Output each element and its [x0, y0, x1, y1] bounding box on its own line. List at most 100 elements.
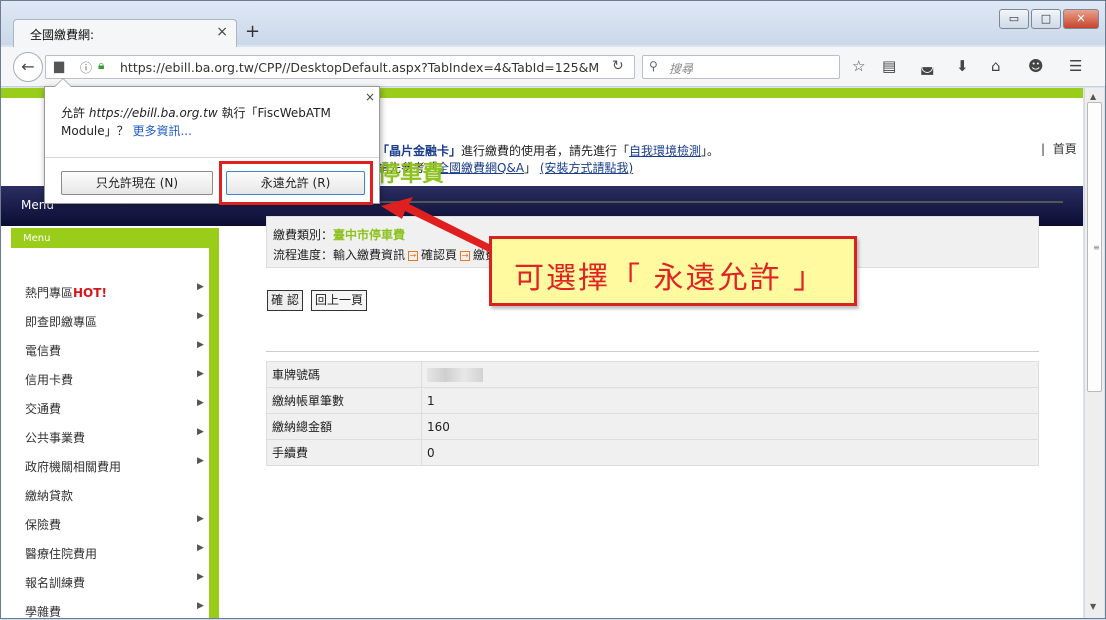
- notice2-mid: 」: [524, 161, 537, 175]
- table-row: 繳納總金額 160: [266, 413, 1039, 440]
- sidebar-item-instant-pay[interactable]: 即查即繳專區 ▶: [11, 305, 209, 334]
- smiley-icon[interactable]: ☻: [1028, 57, 1044, 75]
- chevron-right-icon: ▶: [197, 282, 204, 292]
- maximize-button[interactable]: □: [1031, 9, 1061, 29]
- chevron-right-icon: ▶: [197, 369, 204, 379]
- step-input-info: 輸入繳費資訊: [333, 248, 406, 262]
- highlight-box: [219, 161, 373, 205]
- close-window-button[interactable]: ✕: [1063, 9, 1099, 29]
- confirm-button[interactable]: 確 認: [267, 290, 303, 311]
- chevron-right-icon: ▶: [197, 398, 204, 408]
- row-value: 1: [421, 387, 1039, 414]
- row-key: 繳納總金額: [266, 413, 422, 440]
- callout-text: 可選擇「 永遠允許 」: [514, 261, 826, 296]
- sidebar-item-loans[interactable]: 繳納貸款: [11, 479, 209, 508]
- minimize-button[interactable]: ▭: [999, 9, 1029, 29]
- redacted-plate: [427, 367, 483, 382]
- home-icon[interactable]: ⌂: [991, 57, 1001, 75]
- scroll-down-icon[interactable]: ▼: [1090, 602, 1096, 611]
- step-confirm: 確認頁: [421, 248, 458, 262]
- search-input[interactable]: ⚲ 搜尋: [642, 55, 840, 79]
- category-label: 繳費類別：: [273, 228, 334, 242]
- sidebar-item-label: 繳納貸款: [25, 489, 74, 503]
- home-separator: |: [1041, 142, 1046, 156]
- reader-icon[interactable]: ▤: [882, 57, 896, 75]
- hot-badge: HOT!: [73, 286, 107, 300]
- env-check-link[interactable]: 自我環境檢測: [629, 144, 701, 158]
- sidebar-item-label: 公共事業費: [25, 431, 86, 445]
- install-guide-link[interactable]: (安裝方式請點我): [540, 161, 633, 175]
- row-key: 繳納帳單筆數: [266, 387, 422, 414]
- sidebar-item-label: 交通費: [25, 402, 62, 416]
- sidebar-item-government[interactable]: 政府機關相關費用 ▶: [11, 450, 209, 479]
- popup-site: https://ebill.ba.org.tw: [88, 106, 218, 120]
- step-arrow-icon: →: [460, 250, 471, 261]
- chevron-right-icon: ▶: [197, 427, 204, 437]
- row-value: 0: [421, 439, 1039, 466]
- sidebar-item-label: 醫療住院費用: [25, 547, 98, 561]
- row-value: 160: [421, 413, 1039, 440]
- back-arrow-icon: ←: [21, 57, 35, 76]
- table-divider: [266, 351, 1039, 352]
- chevron-right-icon: ▶: [197, 572, 204, 582]
- sidebar-item-label: 即查即繳專區: [25, 315, 98, 329]
- table-row: 車牌號碼: [266, 361, 1039, 388]
- tab-close-icon[interactable]: ×: [216, 24, 228, 40]
- sidebar-item-training[interactable]: 報名訓練費 ▶: [11, 566, 209, 595]
- home-link-group: | 首頁: [1041, 140, 1077, 157]
- sidebar-item-label: 熱門專區: [25, 286, 74, 300]
- sidebar: Menu 熱門專區HOT! ▶ 即查即繳專區 ▶ 電信費 ▶ 信用卡費 ▶ 交通費 ▶ 公…: [11, 228, 219, 618]
- info-icon[interactable]: ⓘ: [80, 59, 92, 76]
- vertical-scrollbar[interactable]: ▲ ≡ ▼: [1084, 88, 1104, 618]
- popup-pointer: [54, 78, 72, 87]
- download-icon[interactable]: ⬇: [956, 57, 969, 75]
- allow-now-button[interactable]: 只允許現在 (N): [61, 171, 213, 195]
- qa-link[interactable]: 全國繳費網Q&A: [437, 161, 524, 175]
- sidebar-item-tuition[interactable]: 學雜費 ▶: [11, 595, 209, 618]
- close-icon[interactable]: ×: [365, 90, 375, 104]
- url-bar[interactable]: ▆ ⓘ 🔒︎ https://ebill.ba.org.tw/CPP//Desk…: [45, 55, 635, 79]
- pocket-icon[interactable]: ◛: [920, 57, 935, 75]
- category-value: 臺中市停車費: [333, 228, 406, 242]
- sidebar-item-medical[interactable]: 醫療住院費用 ▶: [11, 537, 209, 566]
- more-info-link[interactable]: 更多資訊...: [132, 124, 191, 138]
- plugin-icon[interactable]: ▆: [54, 59, 64, 74]
- browser-tab[interactable]: 全國繳費網: ×: [13, 19, 237, 47]
- sidebar-item-traffic[interactable]: 交通費 ▶: [11, 392, 209, 421]
- new-tab-button[interactable]: +: [245, 21, 260, 42]
- star-icon[interactable]: ☆: [852, 57, 865, 75]
- sidebar-item-utilities[interactable]: 公共事業費 ▶: [11, 421, 209, 450]
- sidebar-header: Menu: [11, 228, 219, 248]
- progress-label: 流程進度：: [273, 248, 334, 262]
- back-page-button[interactable]: 回上一頁: [311, 290, 367, 311]
- url-text[interactable]: https://ebill.ba.org.tw/CPP//DesktopDefa…: [120, 60, 600, 75]
- chevron-right-icon: ▶: [197, 456, 204, 466]
- scroll-up-icon[interactable]: ▲: [1090, 92, 1096, 101]
- payment-detail-table: 車牌號碼 繳納帳單筆數 1 繳納總金額 160 手續費 0: [266, 361, 1039, 466]
- title-divider: [265, 201, 1063, 203]
- table-row: 手續費 0: [266, 439, 1039, 466]
- sidebar-item-label: 報名訓練費: [25, 576, 86, 590]
- sidebar-item-hot[interactable]: 熱門專區HOT! ▶: [11, 276, 209, 305]
- sidebar-item-insurance[interactable]: 保險費 ▶: [11, 508, 209, 537]
- table-row: 繳納帳單筆數 1: [266, 387, 1039, 414]
- popup-message: 允許 https://ebill.ba.org.tw 執行「FiscWebATM…: [61, 104, 351, 140]
- scroll-thumb[interactable]: ≡: [1087, 102, 1102, 392]
- back-button[interactable]: ←: [13, 52, 43, 82]
- chevron-right-icon: ▶: [197, 311, 204, 321]
- chevron-right-icon: ▶: [197, 514, 204, 524]
- reload-icon[interactable]: ↻: [612, 58, 624, 74]
- sidebar-item-credit-card[interactable]: 信用卡費 ▶: [11, 363, 209, 392]
- popup-allow-text: 允許: [61, 106, 86, 120]
- menu-icon[interactable]: ☰: [1069, 57, 1082, 75]
- home-link[interactable]: 首頁: [1053, 142, 1077, 156]
- notice1-suffix: 」。: [701, 144, 720, 158]
- sidebar-item-label: 保險費: [25, 518, 62, 532]
- sidebar-item-telecom[interactable]: 電信費 ▶: [11, 334, 209, 363]
- notice1-text: 進行繳費的使用者，請先進行「: [461, 144, 630, 158]
- sidebar-item-label: 信用卡費: [25, 373, 74, 387]
- sidebar-item-label: 政府機關相關費用: [25, 460, 122, 474]
- sidebar-item-label: 學雜費: [25, 605, 62, 618]
- popup-divider: [45, 157, 379, 158]
- tab-bar: 全國繳費網: × + ▭ □ ✕: [1, 1, 1105, 47]
